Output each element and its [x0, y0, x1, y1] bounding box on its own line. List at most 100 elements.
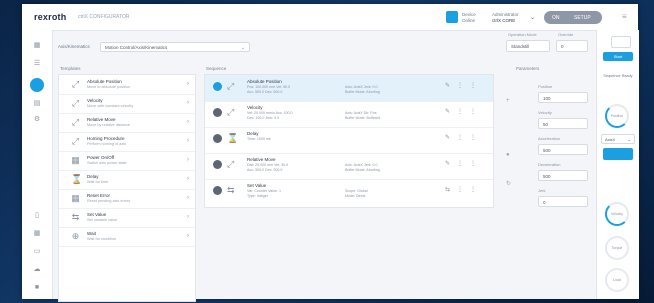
template-desc: Switch axis power state — [87, 161, 127, 165]
step-actions[interactable]: ✎⋮⋮ — [445, 160, 483, 167]
sidebar: ▦ ☰ ▤ ⚙ ▯ ▦ ▭ ☁ ■ — [22, 30, 53, 299]
step-param: Mode: Direct — [345, 194, 366, 198]
step-actions[interactable]: ✎⋮⋮ — [445, 82, 483, 89]
wait-icon: ⊕ — [71, 231, 80, 241]
template-item[interactable]: ▦ Power On/Off Switch axis power state › — [59, 151, 195, 171]
template-name: Homing Procedure — [87, 136, 125, 141]
chevron-down-icon: ⌄ — [627, 137, 631, 142]
override-field[interactable]: 0 — [556, 40, 588, 52]
device-label: Device — [462, 12, 476, 17]
param-field-deceleration[interactable]: 500 — [538, 170, 588, 181]
template-desc: Wait for condition — [87, 237, 117, 241]
position-icon: ⤢ — [227, 81, 235, 91]
step-status-icon — [213, 108, 222, 117]
template-item[interactable]: ⌛ Delay Wait for time › — [59, 170, 195, 190]
template-item[interactable]: ⤢ Relative Move Move by relative distance › — [59, 113, 195, 133]
table-icon[interactable]: ▦ — [32, 230, 42, 238]
step-status-icon — [213, 186, 222, 195]
template-item[interactable]: ⤢ Absolute Position Move to absolute posit… — [59, 75, 195, 95]
sequence-step[interactable]: ⤢ Absolute Position Pos: 100.000 mm Vel:… — [205, 75, 493, 102]
gauge-label: Load — [613, 278, 621, 282]
step-actions[interactable]: ✎⋮⋮ — [445, 134, 483, 141]
step-param: Type: Integer — [247, 194, 268, 198]
templates-title: Templates — [60, 66, 81, 71]
gauge-label: Position — [610, 114, 624, 118]
param-label: Deceleration — [538, 162, 561, 167]
param-field-jerk[interactable]: 0 — [538, 196, 588, 207]
step-actions[interactable]: ✎⋮⋮ — [445, 108, 483, 115]
sequence-step[interactable]: ⤢ Velocity Vel: 20.000 mm/s Acc: 100.0 De… — [205, 101, 493, 128]
template-desc: Set variable value — [87, 218, 118, 222]
toggle-button[interactable] — [603, 148, 633, 160]
template-desc: Reset pending axis errors — [87, 199, 131, 203]
grid-icon[interactable]: ▦ — [32, 42, 42, 50]
chevron-down-icon[interactable]: ⌄ — [530, 14, 535, 21]
template-item[interactable]: ▦ Reset Error Reset pending axis errors › — [59, 189, 195, 209]
counter-field[interactable] — [611, 36, 631, 48]
operation-mode-field[interactable]: Standstill — [506, 40, 550, 52]
param-label: Velocity — [538, 110, 552, 115]
dot-icon[interactable]: ● — [506, 152, 510, 158]
app-window: rexroth ctrlX CONFIGURATOR Device Online… — [22, 4, 639, 302]
template-name: Absolute Position — [87, 79, 122, 84]
file-icon[interactable]: ▯ — [32, 212, 42, 220]
chevron-right-icon: › — [187, 138, 189, 144]
mode-toggle[interactable]: ON SETUP — [544, 11, 602, 24]
param-field-acceleration[interactable]: 500 — [538, 144, 588, 155]
step-param: Buffer Mode: Aborting — [345, 90, 380, 94]
hourglass-icon: ⌛ — [227, 133, 239, 143]
device-state: Online — [462, 18, 476, 23]
template-desc: Move by relative distance — [87, 123, 130, 127]
template-item[interactable]: ⇆ Set Value Set variable value › — [59, 208, 195, 228]
network-icon[interactable]: ■ — [32, 284, 42, 292]
device-name: ctrlX CORE — [492, 18, 516, 23]
refresh-icon[interactable]: ↻ — [506, 180, 511, 187]
terminal-icon[interactable]: ▭ — [32, 248, 42, 256]
step-name: Set Value — [247, 183, 267, 188]
step-param: Buffer Mode: Aborting — [345, 168, 380, 172]
gear-icon[interactable]: ⚙ — [32, 116, 42, 124]
template-name: Reset Error — [87, 193, 111, 198]
chart-icon[interactable]: ▤ — [32, 100, 42, 108]
step-actions[interactable]: ⇆⋮⋮ — [445, 186, 483, 193]
sequence-step[interactable]: ⌛ Delay Time: 1000 ms ✎⋮⋮ — [205, 127, 493, 154]
gauge-label: Velocity — [610, 212, 624, 216]
step-param: Buffer Mode: Buffered — [345, 116, 381, 120]
template-item[interactable]: ⤢ Velocity Move with constant velocity › — [59, 94, 195, 114]
axis-select[interactable]: Motion Control/Axis/Kinematics ⌄ — [100, 42, 250, 52]
expand-icon[interactable]: + — [506, 98, 510, 104]
step-param: Acc: 300.0 Dec: 300.0 — [247, 168, 283, 172]
step-param: Time: 1000 ms — [247, 137, 271, 141]
mode-toggle-right: SETUP — [574, 15, 591, 21]
param-field-velocity[interactable]: 50 — [538, 118, 588, 129]
step-param: Axis: AxisX Jerk: 0.0 — [345, 163, 378, 167]
list-icon[interactable]: ☰ — [32, 60, 42, 68]
step-param: Var: Counter Value: 1 — [247, 189, 282, 193]
step-status-icon — [213, 160, 222, 169]
template-desc: Move to absolute position — [87, 85, 131, 89]
velocity-icon: ⤢ — [227, 107, 235, 117]
menu-icon[interactable]: ≡ — [622, 12, 627, 21]
axis-dropdown-value: AxisX — [605, 137, 616, 142]
template-item[interactable]: ⊕ Wait Wait for condition › — [59, 227, 195, 247]
step-param: Scope: Global — [345, 189, 368, 193]
position-gauge: Position — [605, 104, 629, 128]
override-label: Override — [558, 32, 574, 37]
sequence-panel: ⤢ Absolute Position Pos: 100.000 mm Vel:… — [204, 74, 494, 208]
template-item[interactable]: ⤢ Homing Procedure Perform homing of axis › — [59, 132, 195, 152]
velocity-gauge: Velocity — [605, 202, 629, 226]
sequence-step[interactable]: ⤢ Relative Move Dist: 25.000 mm Vel: 30.… — [205, 153, 493, 180]
axis-icon[interactable] — [30, 78, 44, 92]
start-button[interactable]: Start — [603, 52, 633, 61]
user-label[interactable]: Administrator — [492, 12, 519, 17]
variable-icon: ⇆ — [227, 185, 235, 195]
sequence-step[interactable]: ⇆ Set Value Var: Counter Value: 1 Type: I… — [205, 179, 493, 205]
param-field-position[interactable]: 100 — [538, 92, 588, 103]
axis-dropdown[interactable]: AxisX ⌄ — [601, 134, 635, 144]
step-name: Velocity — [247, 105, 263, 110]
template-desc: Perform homing of axis — [87, 142, 127, 146]
app-title: ctrlX CONFIGURATOR — [78, 14, 130, 20]
step-param: Axis: AxisY Dir: Pos — [345, 111, 377, 115]
device-status-icon[interactable] — [446, 11, 458, 23]
cloud-icon[interactable]: ☁ — [32, 266, 42, 274]
